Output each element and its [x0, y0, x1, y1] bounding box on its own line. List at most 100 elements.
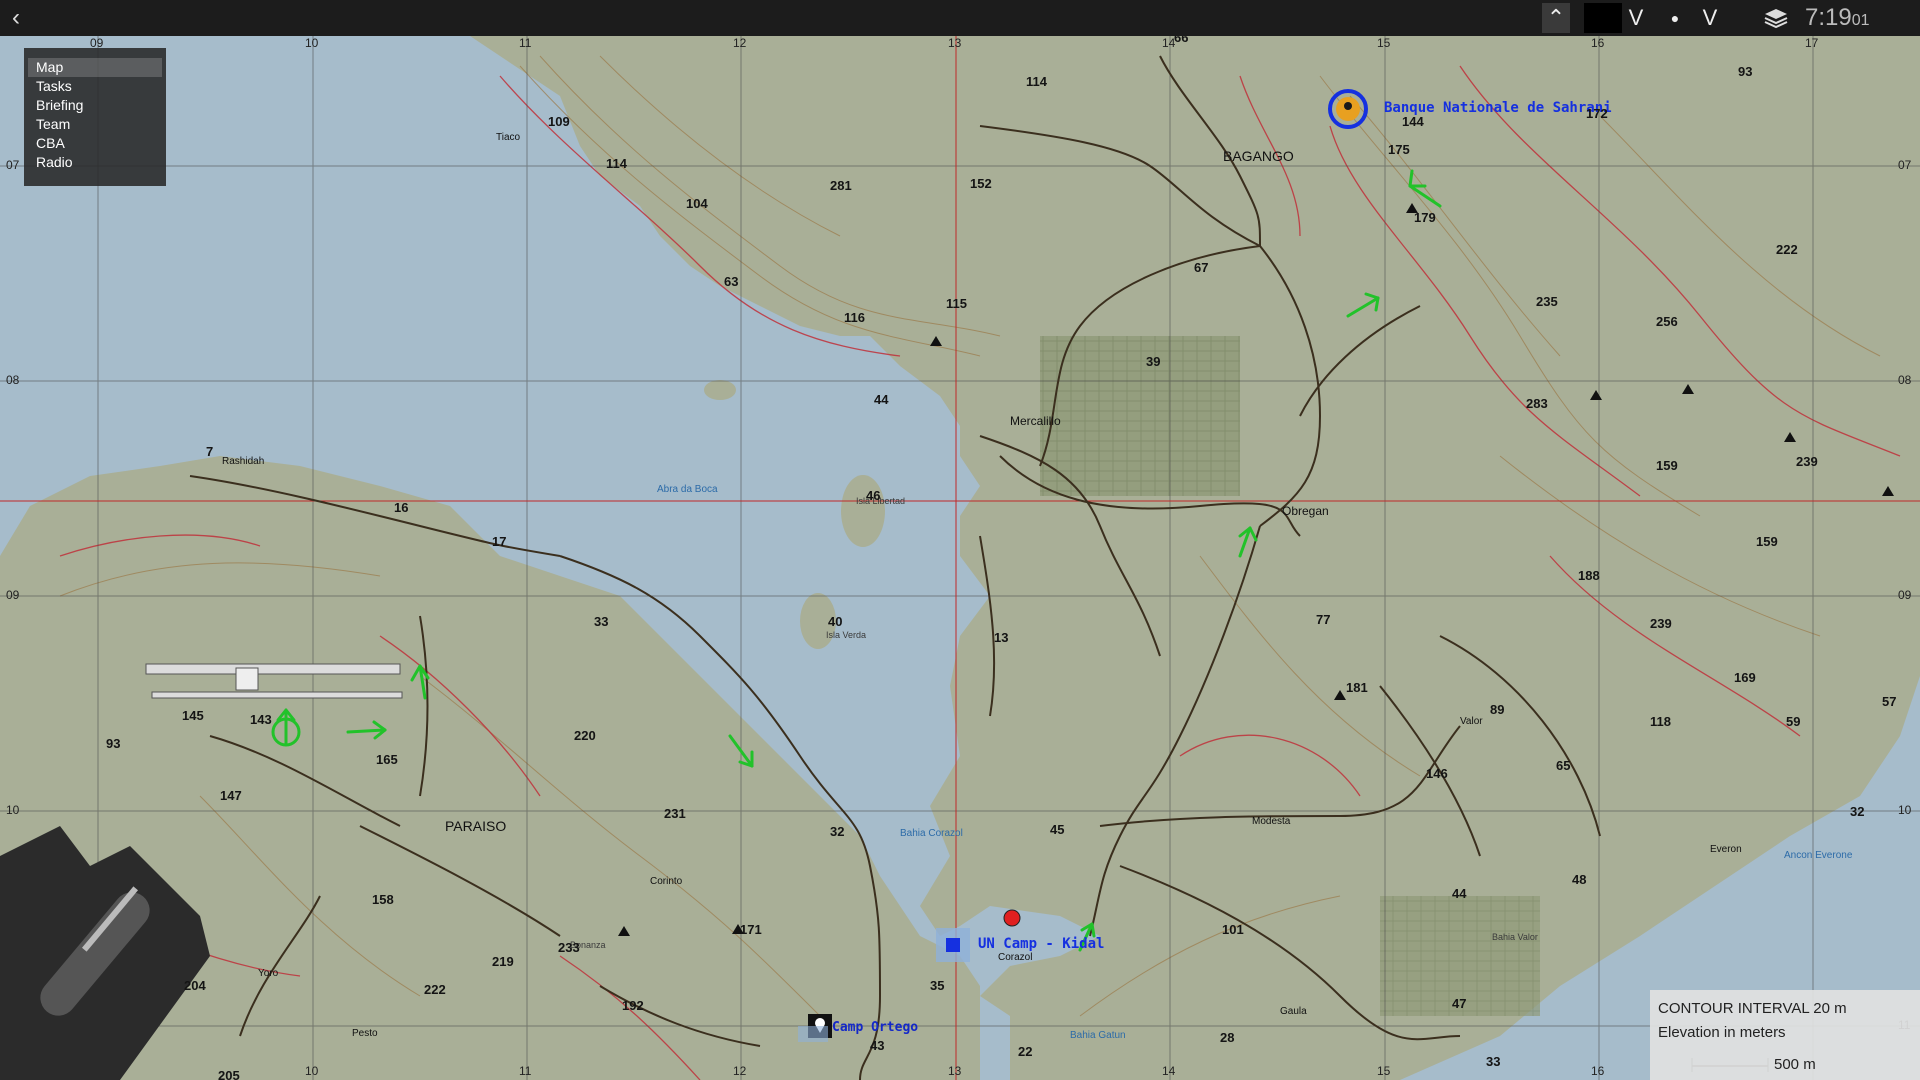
menu-item-briefing[interactable]: Briefing — [24, 96, 166, 115]
water-label: Abra da Boca — [657, 484, 718, 495]
layers-icon — [1764, 9, 1788, 29]
elevation-label: 114 — [606, 156, 627, 171]
elevation-label: 188 — [1578, 568, 1600, 583]
elevation-label: 39 — [1146, 354, 1161, 369]
grid-label-bottom: 11 — [519, 1064, 532, 1078]
clock-seconds: 01 — [1851, 12, 1870, 29]
elevation-label: 204 — [184, 978, 206, 993]
elevation-label: 33 — [594, 614, 609, 629]
elevation-label: 16 — [394, 500, 409, 515]
grid-label-left: 09 — [6, 588, 20, 602]
grid-label-top: 11 — [519, 36, 532, 50]
town-label: Corinto — [650, 876, 683, 887]
elevation-label: 109 — [548, 114, 570, 129]
elevation-label: 220 — [574, 728, 596, 743]
elevation-label: 235 — [1536, 294, 1558, 309]
elevation-label: 116 — [844, 310, 865, 325]
elevation-label: 32 — [830, 824, 845, 839]
elevation-label: 205 — [218, 1068, 240, 1080]
legend-title: CONTOUR INTERVAL 20 m — [1658, 1000, 1847, 1017]
town-label: Mercalillo — [1010, 414, 1061, 428]
grid-label-top: 10 — [305, 36, 319, 50]
scale-label: 500 m — [1774, 1056, 1816, 1073]
elevation-label: 118 — [1650, 714, 1671, 729]
elevation-label: 101 — [1222, 922, 1244, 937]
grid-label-top: 12 — [733, 36, 747, 50]
town-label: Rashidah — [222, 456, 265, 467]
elevation-label: 152 — [970, 176, 992, 191]
elevation-label: 233 — [558, 940, 580, 955]
elevation-label: 231 — [664, 806, 686, 821]
elevation-label: 181 — [1346, 680, 1368, 695]
elevation-label: 63 — [724, 274, 739, 289]
elevation-label: 146 — [1426, 766, 1448, 781]
islet — [704, 380, 736, 400]
menu-item-radio[interactable]: Radio — [24, 153, 166, 172]
elevation-label: 7 — [206, 444, 214, 459]
elevation-label: 17 — [492, 534, 507, 549]
elevation-label: 222 — [424, 982, 446, 997]
grid-label-bottom: 16 — [1591, 1064, 1605, 1078]
chevron-up-icon: ⌃ — [1546, 5, 1566, 30]
un-camp-marker-label[interactable]: UN Camp - Kidal — [978, 936, 1104, 952]
town-label: BAGANGO — [1223, 148, 1294, 164]
elevation-label: 256 — [1656, 314, 1678, 329]
layers-button[interactable] — [1760, 3, 1792, 33]
expand-up-button[interactable]: ⌃ — [1542, 3, 1570, 33]
water-label: Bahia Gatun — [1070, 1030, 1126, 1041]
grid-label-bottom: 12 — [733, 1064, 747, 1078]
dropdown-arrow-label: V — [1628, 5, 1644, 30]
town-label: Tiaco — [496, 132, 521, 143]
contour-legend: CONTOUR INTERVAL 20 m Elevation in meter… — [1650, 990, 1920, 1080]
shape-dropdown-button[interactable]: V — [1698, 3, 1722, 33]
grid-label-bottom: 15 — [1377, 1064, 1391, 1078]
town-label: Gaula — [1280, 1006, 1307, 1017]
town-label: Isla Libertad — [856, 496, 906, 506]
elevation-label: 159 — [1656, 458, 1678, 473]
map-graphics — [0, 36, 1920, 1080]
elevation-label: 93 — [106, 736, 121, 751]
top-bar: ‹ ⌃ V ● V 7:1901 — [0, 0, 1920, 36]
elevation-label: 33 — [1486, 1054, 1501, 1069]
elevation-label: 44 — [874, 392, 889, 407]
elevation-label: 165 — [376, 752, 398, 767]
grid-label-top: 17 — [1805, 36, 1819, 50]
elevation-label: 44 — [1452, 886, 1467, 901]
menu-item-tasks[interactable]: Tasks — [24, 77, 166, 96]
map-canvas[interactable]: 09 10 11 12 13 14 15 16 17 10 11 12 13 1… — [0, 36, 1920, 1080]
marker-shape-button[interactable]: ● — [1660, 3, 1690, 33]
grid-label-top: 13 — [948, 36, 962, 50]
town-label: Yoro — [258, 968, 279, 979]
menu-item-map[interactable]: Map — [28, 58, 162, 77]
elevation-label: 114 — [1026, 74, 1047, 89]
back-button[interactable]: ‹ — [4, 4, 28, 32]
grid-label-right: 08 — [1898, 373, 1912, 387]
elevation-label: 67 — [1194, 260, 1209, 275]
elevation-label: 169 — [1734, 670, 1756, 685]
clock-time: 7:19 — [1805, 4, 1852, 31]
elevation-label: 47 — [1452, 996, 1467, 1011]
town-label: Valor — [1460, 716, 1483, 727]
elevation-label: 66 — [1174, 36, 1189, 45]
grid-label-right: 07 — [1898, 158, 1912, 172]
elevation-label: 143 — [250, 712, 272, 727]
game-clock: 7:1901 — [1805, 2, 1870, 37]
elevation-label: 219 — [492, 954, 514, 969]
dropdown-arrow-label-2: V — [1702, 5, 1718, 30]
elevation-label: 104 — [686, 196, 708, 211]
town-label: Everon — [1710, 844, 1742, 855]
dot-icon: ● — [1670, 10, 1680, 26]
camp-ortego-marker-label[interactable]: Camp Ortego — [832, 1020, 918, 1035]
color-swatch-button[interactable] — [1584, 3, 1622, 33]
elevation-label: 144 — [1402, 114, 1424, 129]
grid-label-left: 07 — [6, 158, 20, 172]
menu-item-cba[interactable]: CBA — [24, 134, 166, 153]
elevation-label: 239 — [1796, 454, 1818, 469]
elevation-label: 93 — [1738, 64, 1753, 79]
elevation-label: 59 — [1786, 714, 1801, 729]
swatch-dropdown-button[interactable]: V — [1624, 3, 1648, 33]
water-label: Ancon Everone — [1784, 850, 1853, 861]
map-menu: Map Tasks Briefing Team CBA Radio — [24, 48, 166, 186]
grid-label-bottom: 10 — [305, 1064, 319, 1078]
menu-item-team[interactable]: Team — [24, 115, 166, 134]
